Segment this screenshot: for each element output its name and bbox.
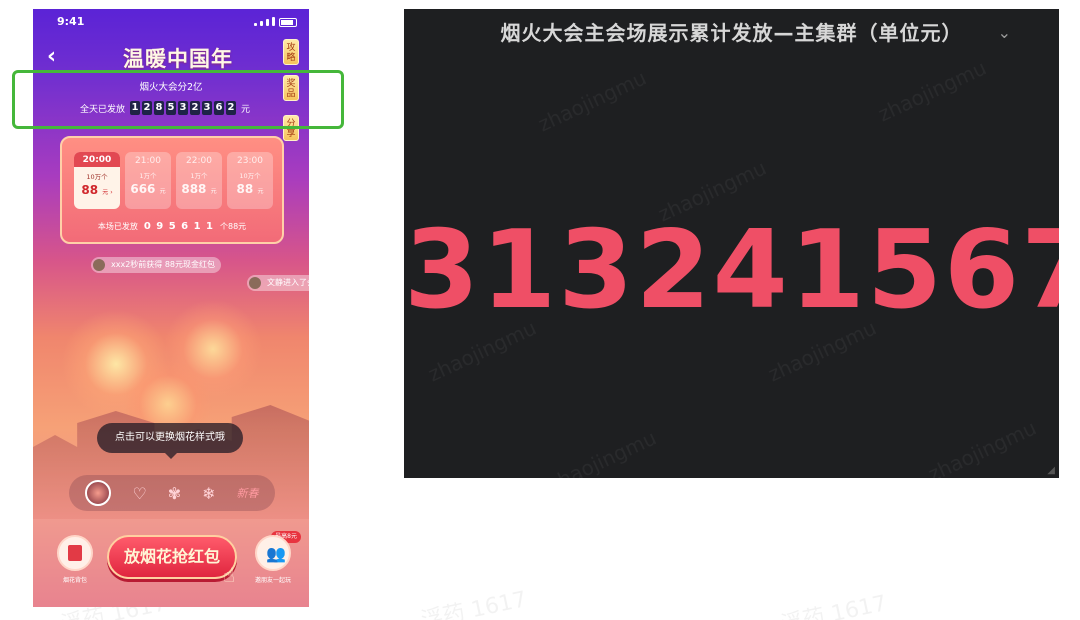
- dashboard-title: 烟火大会主会场展示累计发放—主集群（单位元）: [500, 21, 963, 45]
- highlight-box: [12, 70, 344, 129]
- launch-fireworks-button[interactable]: 放烟花抢红包: [107, 535, 237, 579]
- winner-feed-pill: xxx2秒前获得 88元现金红包: [91, 257, 222, 273]
- session-issued-unit: 个88元: [219, 222, 247, 231]
- slot-count: 10万个: [86, 173, 108, 181]
- chevron-down-icon[interactable]: ⌄: [998, 23, 1011, 42]
- session-issued-label: 本场已发放: [97, 222, 138, 231]
- slot-unit: 元: [257, 188, 264, 195]
- fireworks-bag-button[interactable]: [57, 535, 93, 571]
- avatar: [249, 277, 261, 289]
- session-slot-23[interactable]: 23:00 10万个 88 元: [227, 152, 273, 209]
- hand-pointer-icon: ☝: [223, 563, 236, 587]
- cumulative-total-value: 313241567: [404, 208, 1059, 333]
- slot-amount: 888: [181, 182, 207, 196]
- fireworks-style-tooltip: 点击可以更换烟花样式哦: [97, 423, 243, 459]
- slot-count: 1万个: [139, 172, 157, 180]
- firework-style-picker[interactable]: ♡ ✾ ❄ 新春: [69, 475, 275, 511]
- slot-time: 20:00: [74, 152, 120, 167]
- back-button[interactable]: ‹: [47, 46, 61, 68]
- snowflake-icon[interactable]: ❄: [202, 484, 215, 503]
- winner-feed-text: xxx2秒前获得 88元现金红包: [111, 260, 216, 269]
- slot-count: 10万个: [239, 172, 261, 180]
- slot-time: 22:00: [186, 156, 212, 166]
- slot-time: 21:00: [135, 156, 161, 166]
- bloom-icon[interactable]: ✾: [168, 484, 181, 503]
- fireworks-bag-label: 烟花背包: [62, 577, 87, 584]
- status-time: 9:41: [57, 15, 85, 28]
- dashboard-screen: zhaojingmu zhaojingmu zhaojingmu zhaojin…: [404, 9, 1059, 478]
- slot-amount: 88: [81, 183, 99, 197]
- signal-icon: [254, 17, 275, 26]
- avatar: [93, 259, 105, 271]
- screen-watermark: zhaojingmu: [534, 65, 650, 137]
- session-slot-21[interactable]: 21:00 1万个 666 元: [125, 152, 171, 209]
- slot-unit: 元: [210, 188, 217, 195]
- session-issued: 本场已发放 0 9 5 6 1 1 个88元: [62, 221, 282, 232]
- status-bar: 9:41: [33, 15, 309, 31]
- invite-friends-label: 邀朋友一起玩: [254, 577, 291, 584]
- style-option-selected[interactable]: [85, 480, 112, 506]
- screen-watermark: zhaojingmu: [544, 425, 660, 478]
- slot-unit: 元: [159, 188, 166, 195]
- side-tag-guide[interactable]: 攻略: [283, 39, 299, 65]
- bottom-bar: 烟花背包 放烟花抢红包 ☝ 最高8元 👥 邀朋友一起玩: [33, 527, 309, 607]
- slot-amount: 666: [130, 182, 156, 196]
- slot-amount: 88: [236, 182, 254, 196]
- page-watermark: 浮药 1617: [779, 591, 889, 620]
- people-icon: 👥: [266, 544, 286, 563]
- join-feed-text: 文静进入了会: [267, 278, 309, 287]
- session-issued-number: 0 9 5 6 1 1: [143, 221, 214, 232]
- page-watermark: 浮药 1617: [419, 587, 529, 620]
- gift-bag-icon: [68, 545, 82, 561]
- join-feed-pill: 文静进入了会: [247, 275, 309, 291]
- style-option-newyear[interactable]: 新春: [237, 485, 259, 501]
- page-title: 温暖中国年: [123, 47, 233, 71]
- resize-grip-icon[interactable]: ◢: [1047, 465, 1055, 476]
- session-slot-20[interactable]: 20:00 10万个 88 元 ›: [74, 152, 120, 209]
- screen-watermark: zhaojingmu: [924, 415, 1040, 478]
- slot-unit: 元 ›: [102, 189, 113, 196]
- screen-watermark: zhaojingmu: [874, 55, 990, 127]
- slot-time: 23:00: [237, 156, 263, 166]
- invite-friends-button[interactable]: 👥: [255, 535, 291, 571]
- slot-count: 1万个: [190, 172, 208, 180]
- battery-icon: [279, 18, 297, 27]
- session-card: 20:00 10万个 88 元 › 21:00 1万个 666 元 22:00 …: [60, 136, 284, 244]
- session-slot-22[interactable]: 22:00 1万个 888 元: [176, 152, 222, 209]
- heart-icon[interactable]: ♡: [132, 484, 146, 503]
